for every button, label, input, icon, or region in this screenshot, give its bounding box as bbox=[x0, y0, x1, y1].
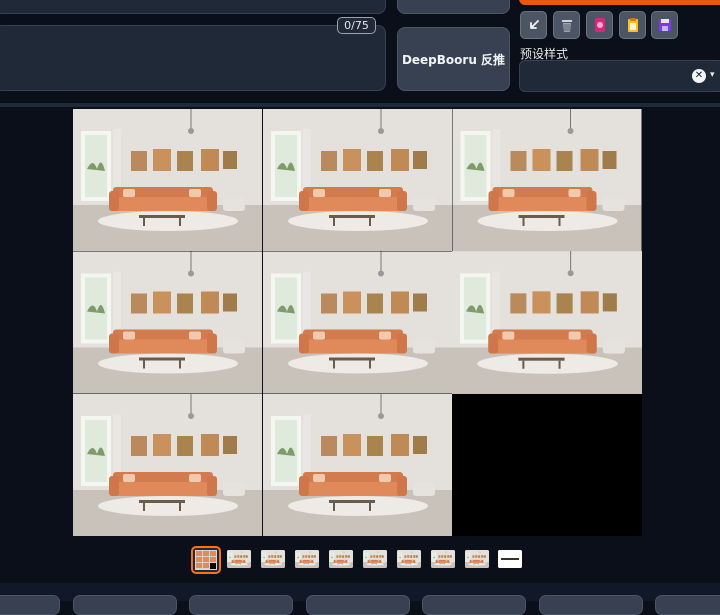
thumbnail-grid-selected[interactable] bbox=[191, 546, 221, 574]
save-style-button[interactable] bbox=[651, 11, 678, 39]
token-counter: 0/75 bbox=[337, 17, 376, 34]
chevron-down-icon[interactable]: ▾ bbox=[710, 70, 715, 80]
generate-button[interactable] bbox=[519, 0, 720, 5]
gallery-image[interactable] bbox=[73, 251, 262, 394]
section-divider bbox=[0, 103, 720, 107]
gallery-image[interactable] bbox=[452, 251, 642, 394]
action-button[interactable] bbox=[0, 595, 60, 615]
pink-card-icon bbox=[594, 18, 605, 32]
deepbooru-button[interactable]: DeepBooru 反推 bbox=[397, 27, 510, 91]
gallery-image[interactable] bbox=[263, 394, 452, 536]
save-icon bbox=[658, 19, 671, 31]
gallery-image[interactable] bbox=[263, 251, 452, 394]
thumbnail[interactable] bbox=[227, 550, 251, 568]
gallery-empty-cell bbox=[452, 394, 642, 536]
action-button[interactable] bbox=[306, 595, 410, 615]
thumbnail-strip bbox=[0, 546, 720, 574]
thumbnail[interactable] bbox=[261, 550, 285, 568]
thumbnail[interactable] bbox=[397, 550, 421, 568]
thumbnail[interactable] bbox=[465, 550, 489, 568]
read-params-button[interactable] bbox=[520, 11, 547, 39]
clear-styles-icon[interactable]: ✕ bbox=[692, 69, 706, 83]
trash-icon bbox=[561, 19, 572, 32]
gallery-image[interactable] bbox=[263, 109, 452, 251]
apply-style-button[interactable] bbox=[619, 11, 646, 39]
action-button[interactable] bbox=[539, 595, 643, 615]
action-button[interactable] bbox=[189, 595, 293, 615]
action-button[interactable] bbox=[73, 595, 177, 615]
image-gallery bbox=[73, 109, 642, 536]
negative-prompt-textbox[interactable] bbox=[0, 25, 386, 91]
gallery-image[interactable] bbox=[73, 394, 262, 536]
bottom-toolbar bbox=[0, 583, 720, 615]
thumbnail[interactable] bbox=[431, 550, 455, 568]
gallery-image[interactable] bbox=[73, 109, 262, 251]
interrogate-button[interactable] bbox=[397, 0, 510, 14]
clear-prompt-button[interactable] bbox=[553, 11, 580, 39]
arrow-down-left-icon bbox=[529, 20, 539, 29]
thumbnail-text-image[interactable] bbox=[498, 550, 522, 568]
extra-networks-button[interactable] bbox=[586, 11, 613, 39]
prompt-textbox-upper[interactable] bbox=[0, 0, 386, 14]
thumbnail[interactable] bbox=[295, 550, 319, 568]
thumbnail[interactable] bbox=[363, 550, 387, 568]
action-button[interactable] bbox=[655, 595, 720, 615]
thumbnail[interactable] bbox=[329, 550, 353, 568]
action-button[interactable] bbox=[422, 595, 526, 615]
clipboard-icon bbox=[627, 18, 638, 32]
styles-dropdown[interactable]: ✕ ▾ bbox=[519, 60, 720, 92]
gallery-image[interactable] bbox=[452, 109, 642, 251]
